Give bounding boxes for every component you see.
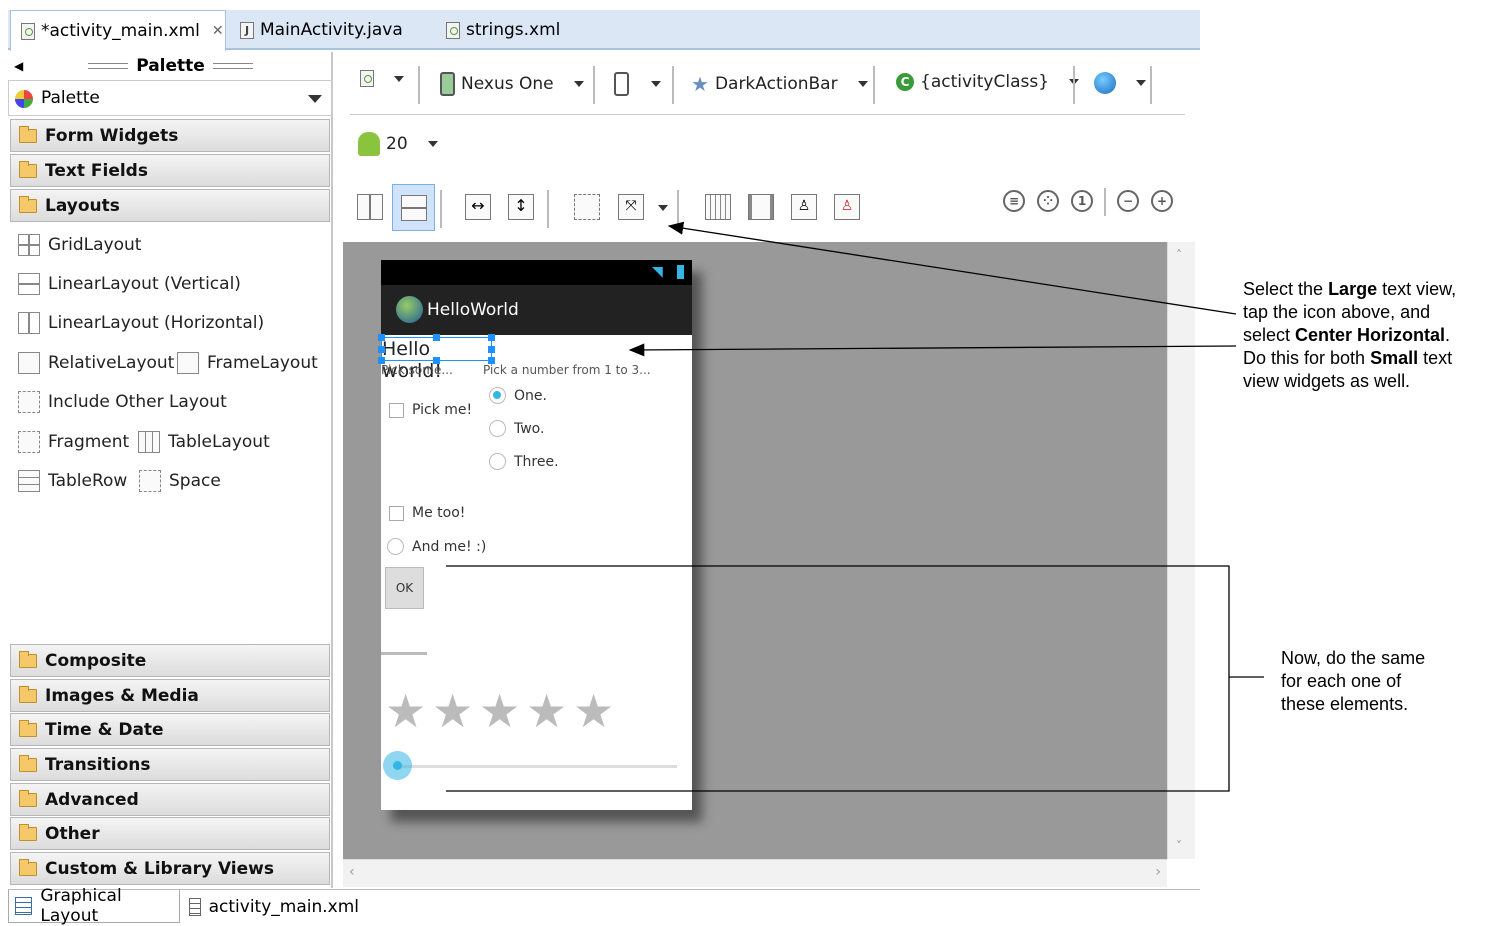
layout-icon [15,897,33,915]
bracket-elements [446,565,1230,792]
annotation-arrows [446,221,1264,792]
arrow-to-gravity-icon [667,221,1237,315]
editor-bottom-tabs: Graphical Layout activity_main.xml [8,886,1200,926]
tab-graphical-layout[interactable]: Graphical Layout [8,886,180,926]
annotation-note-2: Now, do the same for each one of these e… [1281,648,1426,714]
tab-label: activity_main.xml [208,896,359,917]
arrow-to-large-text [628,343,1237,357]
annotation-note-1: Select the Large text view, tap the icon… [1243,279,1457,391]
tab-activity-main-xml-source[interactable]: activity_main.xml [183,890,359,923]
xml-source-icon [189,897,201,916]
tab-label: Graphical Layout [40,886,122,926]
